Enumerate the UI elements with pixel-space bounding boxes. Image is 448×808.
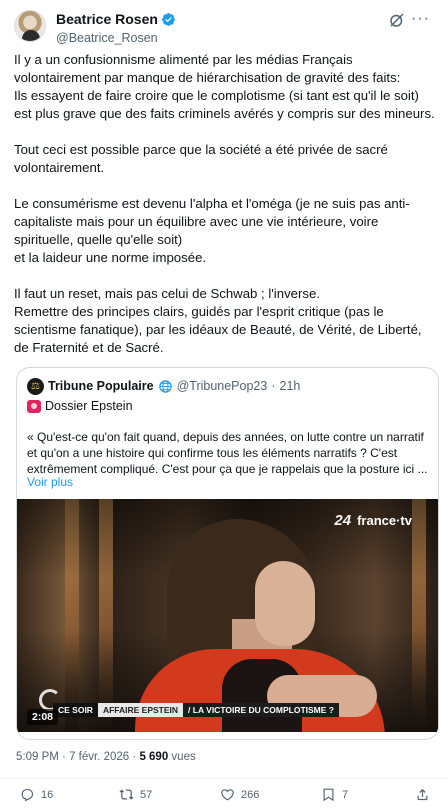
author-display-name[interactable]: Beatrice Rosen	[56, 11, 158, 27]
separator-dot: ·	[271, 379, 276, 393]
quoted-dossier-line: Dossier Epstein	[27, 399, 133, 413]
bookmark-icon	[323, 788, 334, 802]
siren-icon	[27, 399, 41, 413]
read-more-link[interactable]: Voir plus	[27, 475, 73, 489]
author-handle[interactable]: @Beatrice_Rosen	[56, 31, 176, 45]
lower-third-banner: CE SOIR AFFAIRE EPSTEIN / LA VICTOIRE DU…	[53, 703, 339, 717]
tweet-date[interactable]: 7 févr. 2026	[69, 751, 129, 763]
like-button[interactable]: 266	[220, 787, 259, 802]
avatar[interactable]	[14, 10, 46, 42]
verified-badge-icon	[162, 12, 175, 26]
share-button[interactable]	[415, 787, 430, 802]
like-count: 266	[241, 788, 260, 801]
quoted-tweet-header: ⚖ Tribune Populaire @TribunePop23 · 21h	[27, 377, 300, 395]
views-count: 5 690	[139, 751, 169, 763]
repost-count: 57	[140, 788, 153, 801]
video-player[interactable]: 24 france·tv CE SOIR AFFAIRE EPSTEIN / L…	[17, 499, 438, 732]
quoted-time[interactable]: 21h	[280, 379, 301, 393]
tweet-paragraph: Il faut un reset, mais pas celui de Schw…	[14, 286, 422, 355]
lower-third-topic: AFFAIRE EPSTEIN	[97, 703, 184, 717]
views-label: vues	[171, 751, 196, 763]
more-icon[interactable]: ···	[411, 10, 430, 28]
grok-icon[interactable]	[388, 11, 406, 29]
quoted-dossier-text: Dossier Epstein	[45, 399, 133, 413]
globe-icon	[158, 379, 172, 393]
reply-count: 16	[41, 788, 54, 801]
video-duration: 2:08	[27, 709, 59, 725]
tweet-meta: 5:09 PM · 7 févr. 2026 · 5 690 vues	[16, 751, 196, 763]
channel-logo: 24 france·tv	[334, 512, 412, 529]
video-person-face	[255, 561, 315, 646]
quoted-text: « Qu'est-ce qu'on fait quand, depuis des…	[27, 430, 428, 476]
reply-icon	[21, 788, 34, 802]
author-name-row[interactable]: Beatrice Rosen	[56, 11, 176, 27]
bookmark-button[interactable]: 7	[321, 787, 348, 802]
tweet-time[interactable]: 5:09 PM	[16, 751, 59, 763]
separator-dot: ·	[62, 751, 66, 763]
tweet-header: Beatrice Rosen @Beatrice_Rosen ···	[14, 10, 434, 45]
divider	[0, 778, 448, 779]
tweet-paragraph: Il y a un confusionnisme alimenté par le…	[14, 52, 435, 121]
like-icon	[221, 789, 234, 801]
reply-button[interactable]: 16	[20, 787, 53, 802]
separator-dot: ·	[132, 751, 137, 763]
action-bar: 16 57 266 7	[0, 787, 448, 807]
quoted-author-handle[interactable]: @TribunePop23	[177, 379, 268, 393]
lower-third-show: CE SOIR	[53, 703, 98, 717]
quoted-author-name[interactable]: Tribune Populaire	[48, 379, 154, 393]
tweet-paragraph: Le consumérisme est devenu l'alpha et l'…	[14, 196, 410, 265]
quoted-tweet[interactable]: ⚖ Tribune Populaire @TribunePop23 · 21h …	[16, 367, 439, 740]
channel-logo-text: france·tv	[357, 513, 412, 528]
lower-third-headline: / LA VICTOIRE DU COMPLOTISME ?	[183, 703, 339, 717]
olympic-mark: 24	[334, 512, 352, 529]
bookmark-count: 7	[342, 788, 349, 801]
tweet-paragraph: Tout ceci est possible parce que la soci…	[14, 142, 388, 175]
tweet-text: Il y a un confusionnisme alimenté par le…	[14, 51, 438, 357]
share-icon	[417, 788, 428, 801]
repost-icon	[119, 789, 134, 800]
quoted-avatar[interactable]: ⚖	[27, 377, 44, 395]
author-info[interactable]: Beatrice Rosen @Beatrice_Rosen	[56, 11, 176, 45]
repost-button[interactable]: 57	[119, 787, 152, 802]
